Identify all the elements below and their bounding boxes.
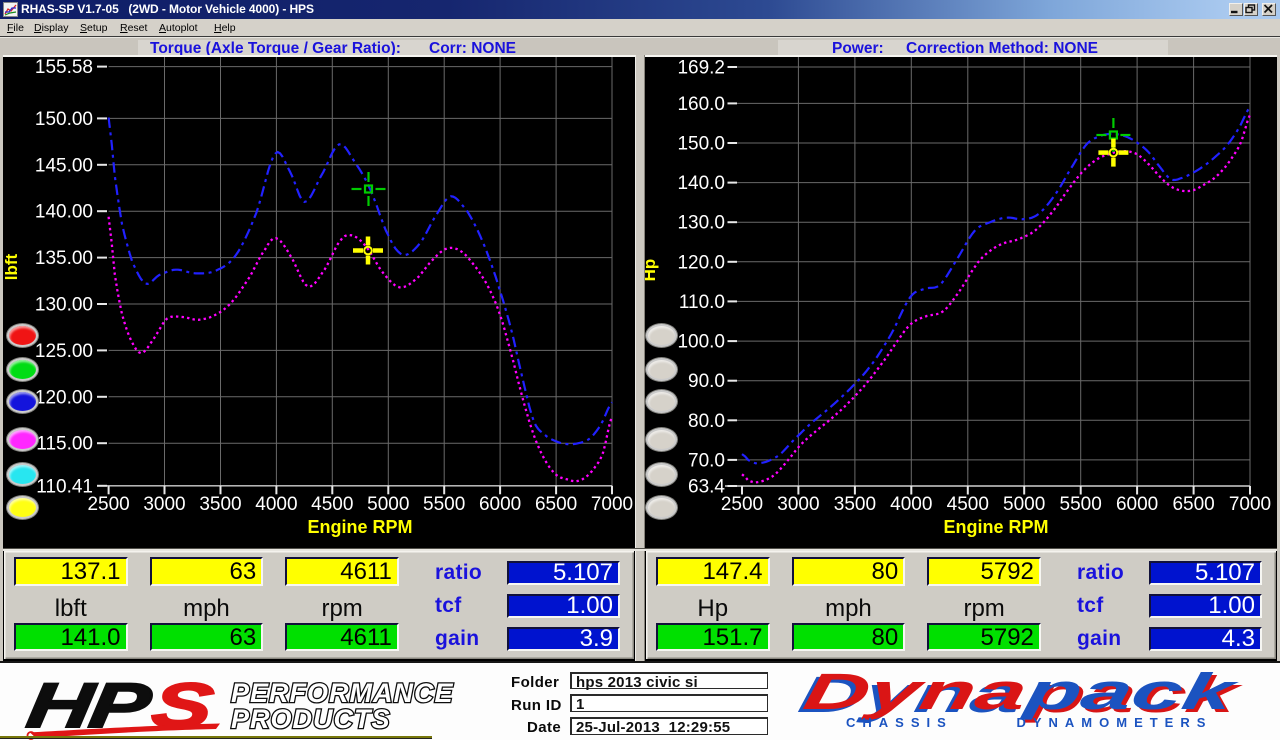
svg-text:130.00: 130.00 <box>35 295 93 316</box>
svg-text:150.0: 150.0 <box>677 134 725 155</box>
svg-text:6500: 6500 <box>535 494 577 515</box>
svg-text:160.0: 160.0 <box>677 94 725 115</box>
svg-text:5500: 5500 <box>423 494 465 515</box>
svg-text:80.0: 80.0 <box>688 411 725 432</box>
svg-text:90.0: 90.0 <box>688 371 725 392</box>
svg-text:Engine RPM: Engine RPM <box>307 517 412 537</box>
svg-text:Engine RPM: Engine RPM <box>943 517 1048 537</box>
svg-text:120.0: 120.0 <box>677 252 725 273</box>
svg-text:70.0: 70.0 <box>688 450 725 471</box>
svg-text:115.00: 115.00 <box>36 434 93 455</box>
svg-text:2500: 2500 <box>87 494 129 515</box>
svg-text:3500: 3500 <box>834 494 876 515</box>
svg-text:Hp: Hp <box>645 259 659 282</box>
svg-text:120.00: 120.00 <box>35 387 93 408</box>
svg-text:5500: 5500 <box>1060 494 1102 515</box>
svg-text:155.58: 155.58 <box>35 57 93 78</box>
svg-text:7000: 7000 <box>1229 494 1271 515</box>
svg-text:150.00: 150.00 <box>35 109 93 130</box>
svg-text:169.2: 169.2 <box>677 58 725 79</box>
svg-text:145.00: 145.00 <box>35 155 93 176</box>
svg-text:110.0: 110.0 <box>679 292 725 313</box>
svg-text:4000: 4000 <box>890 494 932 515</box>
svg-text:100.0: 100.0 <box>677 332 725 353</box>
svg-text:110.41: 110.41 <box>36 476 93 497</box>
svg-text:lbft: lbft <box>3 253 21 280</box>
svg-text:5000: 5000 <box>367 494 409 515</box>
svg-text:3000: 3000 <box>143 494 185 515</box>
svg-text:2500: 2500 <box>721 494 763 515</box>
svg-text:140.00: 140.00 <box>35 202 93 223</box>
svg-text:130.0: 130.0 <box>677 213 725 234</box>
svg-text:5000: 5000 <box>1003 494 1045 515</box>
svg-text:4000: 4000 <box>255 494 297 515</box>
svg-text:3000: 3000 <box>777 494 819 515</box>
svg-text:135.00: 135.00 <box>35 248 93 269</box>
svg-text:4500: 4500 <box>311 494 353 515</box>
svg-text:6500: 6500 <box>1172 494 1214 515</box>
svg-text:6000: 6000 <box>479 494 521 515</box>
svg-text:6000: 6000 <box>1116 494 1158 515</box>
svg-text:7000: 7000 <box>591 494 633 515</box>
svg-text:140.0: 140.0 <box>677 173 725 194</box>
svg-text:125.00: 125.00 <box>35 341 93 362</box>
svg-text:3500: 3500 <box>199 494 241 515</box>
svg-text:63.4: 63.4 <box>688 477 725 498</box>
svg-text:4500: 4500 <box>947 494 989 515</box>
